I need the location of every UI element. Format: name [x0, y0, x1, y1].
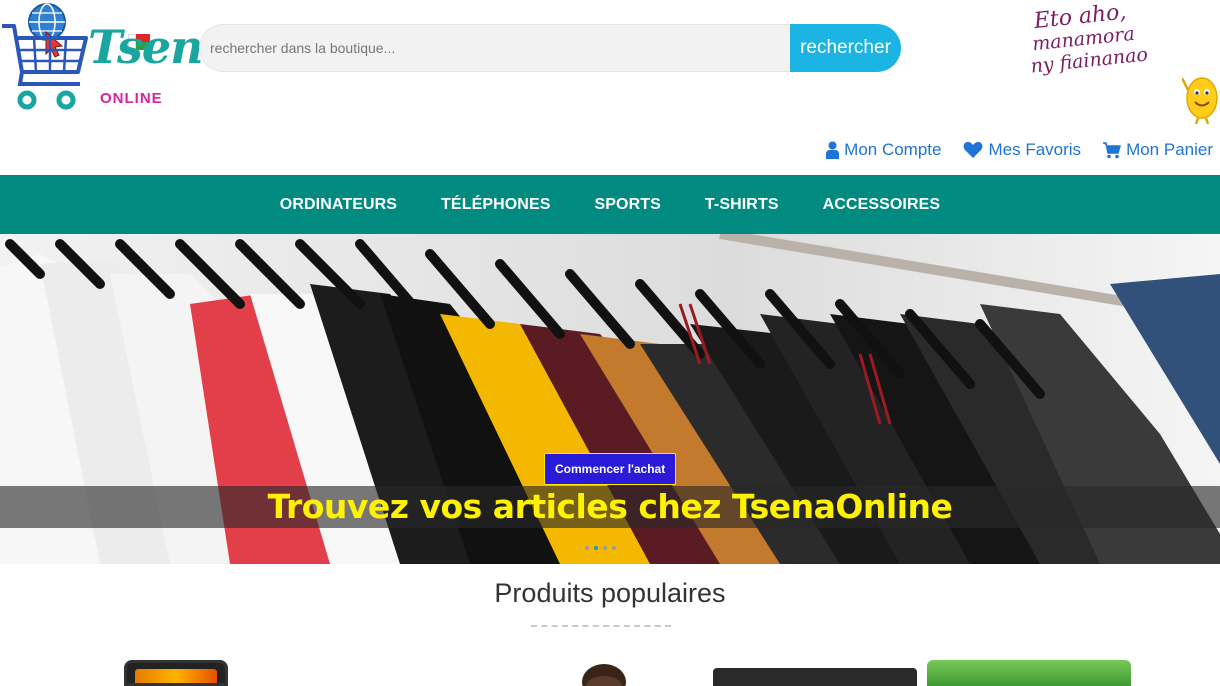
nav-item-tshirts[interactable]: T-SHIRTS [683, 196, 801, 214]
user-icon [826, 141, 840, 159]
mascot-emoji-icon [1182, 77, 1218, 124]
product-row [0, 660, 1220, 686]
slogan: Eto aho, manamora ny fiainanao [1025, 0, 1181, 78]
cart-icon [1103, 141, 1122, 158]
section-title: Produits populaires [494, 578, 726, 608]
product-card-person[interactable] [579, 660, 629, 686]
carousel-indicators [585, 546, 616, 550]
start-shopping-button[interactable]: Commencer l'achat [544, 453, 677, 485]
carousel-dot[interactable] [612, 546, 616, 550]
section-divider [531, 625, 671, 627]
account-link[interactable]: Mon Compte [826, 140, 941, 160]
hero-caption: Trouvez vos articles chez TsenaOnline [267, 487, 953, 526]
cart-label: Mon Panier [1126, 140, 1213, 159]
search-bar: rechercher [199, 24, 901, 72]
category-nav: ORDINATEURS TÉLÉPHONES SPORTS T-SHIRTS A… [0, 175, 1220, 234]
logo-subtitle: ONLINE [100, 90, 163, 107]
hero-carousel: Commencer l'achat Trouvez vos articles c… [0, 234, 1220, 564]
product-card-laptop[interactable] [713, 660, 917, 686]
account-links: Mon Compte Mes Favoris Mon Panier [826, 138, 1213, 162]
nav-item-accessoires[interactable]: ACCESSOIRES [801, 196, 963, 214]
product-card-sports[interactable] [927, 660, 1131, 686]
heart-icon [963, 141, 983, 158]
carousel-dot[interactable] [603, 546, 607, 550]
cart-link[interactable]: Mon Panier [1103, 140, 1213, 160]
search-button[interactable]: rechercher [790, 24, 901, 72]
nav-item-ordinateurs[interactable]: ORDINATEURS [258, 196, 419, 214]
favorites-link[interactable]: Mes Favoris [963, 140, 1081, 160]
nav-item-sports[interactable]: SPORTS [573, 196, 683, 214]
account-label: Mon Compte [844, 140, 942, 159]
favorites-label: Mes Favoris [988, 140, 1082, 159]
site-header: Tsena ONLINE rechercher Eto aho, manamor… [0, 0, 1220, 175]
site-logo[interactable]: Tsena ONLINE [0, 2, 232, 114]
carousel-dot[interactable] [585, 546, 589, 550]
nav-item-telephones[interactable]: TÉLÉPHONES [419, 196, 572, 214]
product-card-phone[interactable] [124, 660, 228, 686]
search-input[interactable] [199, 24, 791, 72]
carousel-dot-active[interactable] [594, 546, 598, 550]
